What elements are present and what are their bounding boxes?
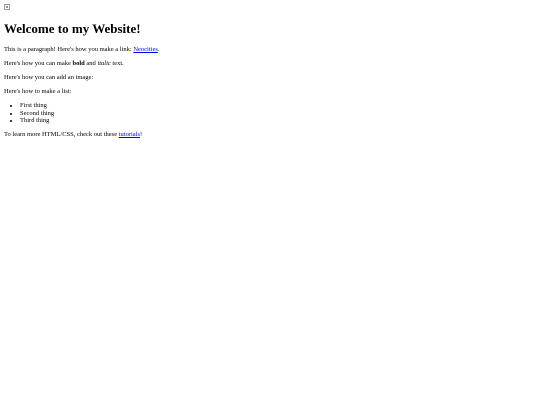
intro-text-end: . (157, 46, 160, 54)
footer-paragraph: To learn more HTML/CSS, check out these … (4, 131, 536, 138)
broken-image-icon (4, 4, 10, 10)
formatting-text-middle: and (84, 60, 98, 68)
example-list: First thing Second thing Third thing (4, 102, 536, 124)
list-item: First thing (20, 102, 536, 109)
footer-text: To learn more HTML/CSS, check out these (4, 131, 119, 139)
neocities-link[interactable]: Neocities (133, 46, 158, 53)
footer-text-end: ! (140, 131, 143, 139)
list-item: Third thing (20, 117, 536, 124)
page-body: Welcome to my Website! This is a paragra… (0, 0, 540, 139)
tutorials-link[interactable]: tutorials (119, 131, 140, 138)
list-item: Second thing (20, 110, 536, 117)
italic-text: italic (97, 60, 111, 68)
formatting-paragraph: Here's how you can make bold and italic … (4, 60, 536, 67)
bold-text: bold (72, 60, 85, 68)
formatting-text-end: text. (110, 60, 124, 68)
formatting-text-start: Here's how you can make (4, 60, 73, 68)
page-title: Welcome to my Website! (4, 21, 141, 36)
image-paragraph: Here's how you can add an image: (4, 74, 94, 82)
intro-text: This is a paragraph! Here's how you make… (4, 46, 134, 54)
intro-paragraph: This is a paragraph! Here's how you make… (4, 46, 536, 53)
list-intro-paragraph: Here's how to make a list: (4, 88, 72, 96)
